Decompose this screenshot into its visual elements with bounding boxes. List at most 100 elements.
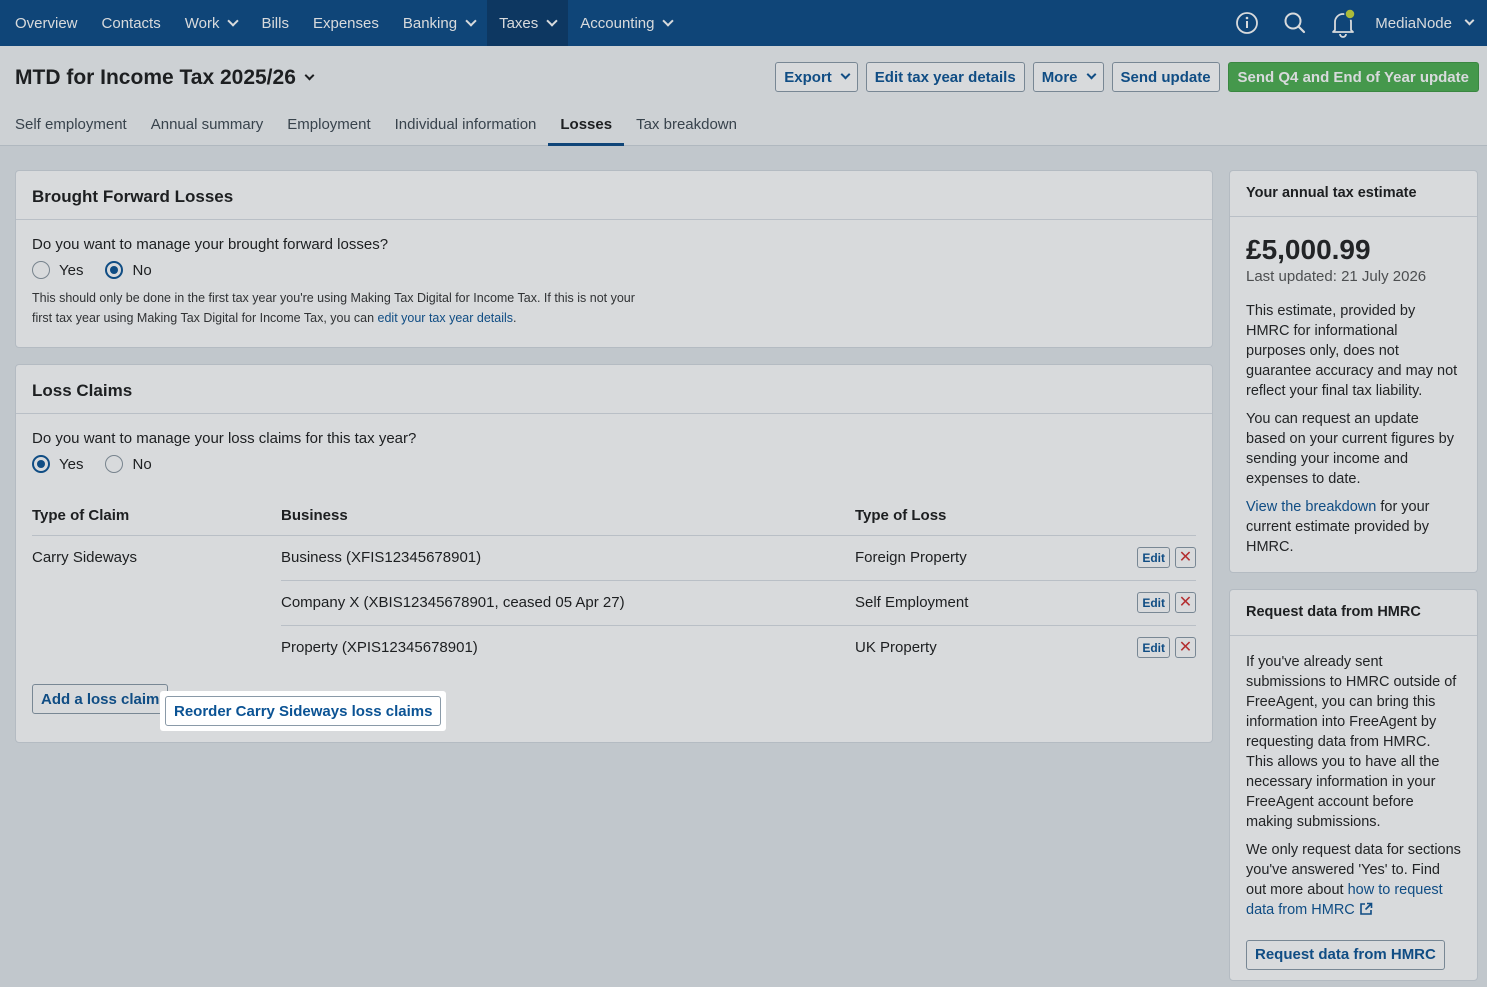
radio-circle-selected[interactable] xyxy=(105,261,124,279)
radio-circle[interactable] xyxy=(105,455,124,473)
business-cell: Property (XPIS12345678901) xyxy=(281,639,478,657)
nav-bills[interactable]: Bills xyxy=(249,0,301,46)
reorder-loss-claims-button[interactable]: Reorder Carry Sideways loss claims xyxy=(165,696,442,726)
chevron-down-icon xyxy=(227,14,240,27)
tab-bar: Self employment Annual summary Employmen… xyxy=(15,104,761,146)
note-text-end: . xyxy=(513,311,517,325)
edit-button[interactable]: Edit xyxy=(1137,592,1170,613)
nav-label: Contacts xyxy=(101,14,161,32)
column-header: Type of Claim xyxy=(32,497,281,536)
question-text: Do you want to manage your brought forwa… xyxy=(32,236,389,253)
nav-work[interactable]: Work xyxy=(173,0,250,46)
tab-tax-breakdown[interactable]: Tax breakdown xyxy=(636,104,737,146)
chevron-down-icon xyxy=(1086,69,1096,80)
nav-expenses[interactable]: Expenses xyxy=(301,0,391,46)
radio-no[interactable]: No xyxy=(105,261,152,279)
radio-circle-selected[interactable] xyxy=(32,455,50,473)
bell-icon[interactable] xyxy=(1319,0,1367,46)
edit-tax-year-details-link[interactable]: edit your tax year details xyxy=(378,311,514,325)
radio-group: Yes No xyxy=(32,455,1196,473)
page-header: MTD for Income Tax 2025/26 Export Edit t… xyxy=(0,46,1487,146)
search-icon[interactable] xyxy=(1271,0,1319,46)
tax-estimate-card: Your annual tax estimate £5,000.99 Last … xyxy=(1229,170,1478,573)
nav-taxes[interactable]: Taxes xyxy=(487,0,569,46)
info-icon[interactable] xyxy=(1223,0,1271,46)
chevron-down-icon xyxy=(662,14,675,27)
last-updated: Last updated: 21 July 2026 xyxy=(1246,268,1427,285)
nav-banking[interactable]: Banking xyxy=(391,0,487,46)
card-heading: Brought Forward Losses xyxy=(16,171,1212,220)
tab-individual-information[interactable]: Individual information xyxy=(395,104,537,146)
request-data-label: Request data from HMRC xyxy=(1255,946,1436,963)
card-heading: Request data from HMRC xyxy=(1230,590,1477,636)
radio-yes[interactable]: Yes xyxy=(32,261,83,279)
send-update-button[interactable]: Send update xyxy=(1111,62,1220,92)
nav-label: Accounting xyxy=(580,14,655,32)
edit-button[interactable]: Edit xyxy=(1137,547,1170,568)
chevron-down-icon xyxy=(840,69,851,80)
loss-type-cell: UK Property xyxy=(855,639,937,657)
loss-type-cell: Self Employment xyxy=(855,580,1105,626)
export-button[interactable]: Export xyxy=(775,62,858,92)
request-data-button[interactable]: Request data from HMRC xyxy=(1246,940,1445,970)
export-label: Export xyxy=(784,68,832,86)
nav-right-group: MediaNode xyxy=(1223,0,1487,46)
chevron-down-icon xyxy=(304,70,315,81)
estimate-amount: £5,000.99 xyxy=(1246,234,1371,265)
tab-annual-summary[interactable]: Annual summary xyxy=(151,104,264,146)
edit-button[interactable]: Edit xyxy=(1137,637,1170,659)
page-title[interactable]: MTD for Income Tax 2025/26 xyxy=(15,66,315,90)
request-data-card: Request data from HMRC If you've already… xyxy=(1229,589,1478,981)
nav-contacts[interactable]: Contacts xyxy=(90,0,173,46)
nav-label: Bills xyxy=(261,14,289,32)
radio-label: No xyxy=(132,455,152,473)
chevron-down-icon xyxy=(1464,15,1475,26)
more-label: More xyxy=(1041,68,1078,86)
tab-employment[interactable]: Employment xyxy=(287,104,370,146)
edit-details-label: Edit tax year details xyxy=(874,68,1016,86)
tab-losses[interactable]: Losses xyxy=(548,104,625,146)
edit-tax-year-details-button[interactable]: Edit tax year details xyxy=(865,62,1025,92)
loss-claims-table: Type of Claim Business Type of Loss Carr… xyxy=(32,497,1196,670)
external-link-icon xyxy=(1360,902,1373,915)
help-note: This should only be done in the first ta… xyxy=(32,288,652,328)
actions-cell: Edit ✕ xyxy=(1105,535,1196,581)
column-header: Type of Loss xyxy=(855,497,1105,536)
send-final-update-button[interactable]: Send Q4 and End of Year update xyxy=(1227,62,1479,92)
chevron-down-icon xyxy=(546,14,558,27)
question-text: Do you want to manage your loss claims f… xyxy=(32,430,417,447)
org-switcher[interactable]: MediaNode xyxy=(1367,15,1487,32)
radio-yes[interactable]: Yes xyxy=(32,455,83,473)
business-cell: Business (XFIS12345678901) xyxy=(281,535,855,581)
claim-type-cell-empty xyxy=(32,625,281,670)
delete-icon[interactable]: ✕ xyxy=(1175,637,1196,659)
nav-label: Banking xyxy=(402,14,458,32)
nav-label: Taxes xyxy=(499,14,539,32)
add-loss-claim-button[interactable]: Add a loss claim xyxy=(32,684,169,714)
delete-icon[interactable]: ✕ xyxy=(1175,547,1196,568)
loss-claims-card: Loss Claims Do you want to manage your l… xyxy=(15,364,1213,743)
radio-group: Yes No xyxy=(32,261,1196,279)
page-title-text: MTD for Income Tax 2025/26 xyxy=(15,66,296,89)
nav-overview[interactable]: Overview xyxy=(0,0,90,46)
delete-icon[interactable]: ✕ xyxy=(1175,592,1196,613)
business-cell: Company X (XBIS12345678901, ceased 05 Ap… xyxy=(281,580,855,626)
note-text: This should only be done in the first ta… xyxy=(32,291,635,325)
view-breakdown-link[interactable]: View the breakdown xyxy=(1246,499,1376,515)
card-heading: Your annual tax estimate xyxy=(1230,171,1477,217)
card-heading: Loss Claims xyxy=(16,365,1212,414)
send-final-label: Send Q4 and End of Year update xyxy=(1237,68,1469,86)
header-actions: Export Edit tax year details More Send u… xyxy=(775,62,1479,92)
table-row: Property (XPIS12345678901) UK Property E… xyxy=(32,625,1196,670)
actions-cell: Edit ✕ xyxy=(1105,580,1196,626)
brought-forward-losses-card: Brought Forward Losses Do you want to ma… xyxy=(15,170,1213,348)
chevron-down-icon xyxy=(465,14,477,27)
radio-label: No xyxy=(132,261,152,279)
more-button[interactable]: More xyxy=(1032,62,1104,92)
radio-circle[interactable] xyxy=(32,261,50,279)
radio-label: Yes xyxy=(59,455,84,473)
top-navigation: Overview Contacts Work Bills Expenses Ba… xyxy=(0,0,1487,46)
nav-accounting[interactable]: Accounting xyxy=(568,0,684,46)
radio-no[interactable]: No xyxy=(105,455,152,473)
tab-self-employment[interactable]: Self employment xyxy=(15,104,127,146)
